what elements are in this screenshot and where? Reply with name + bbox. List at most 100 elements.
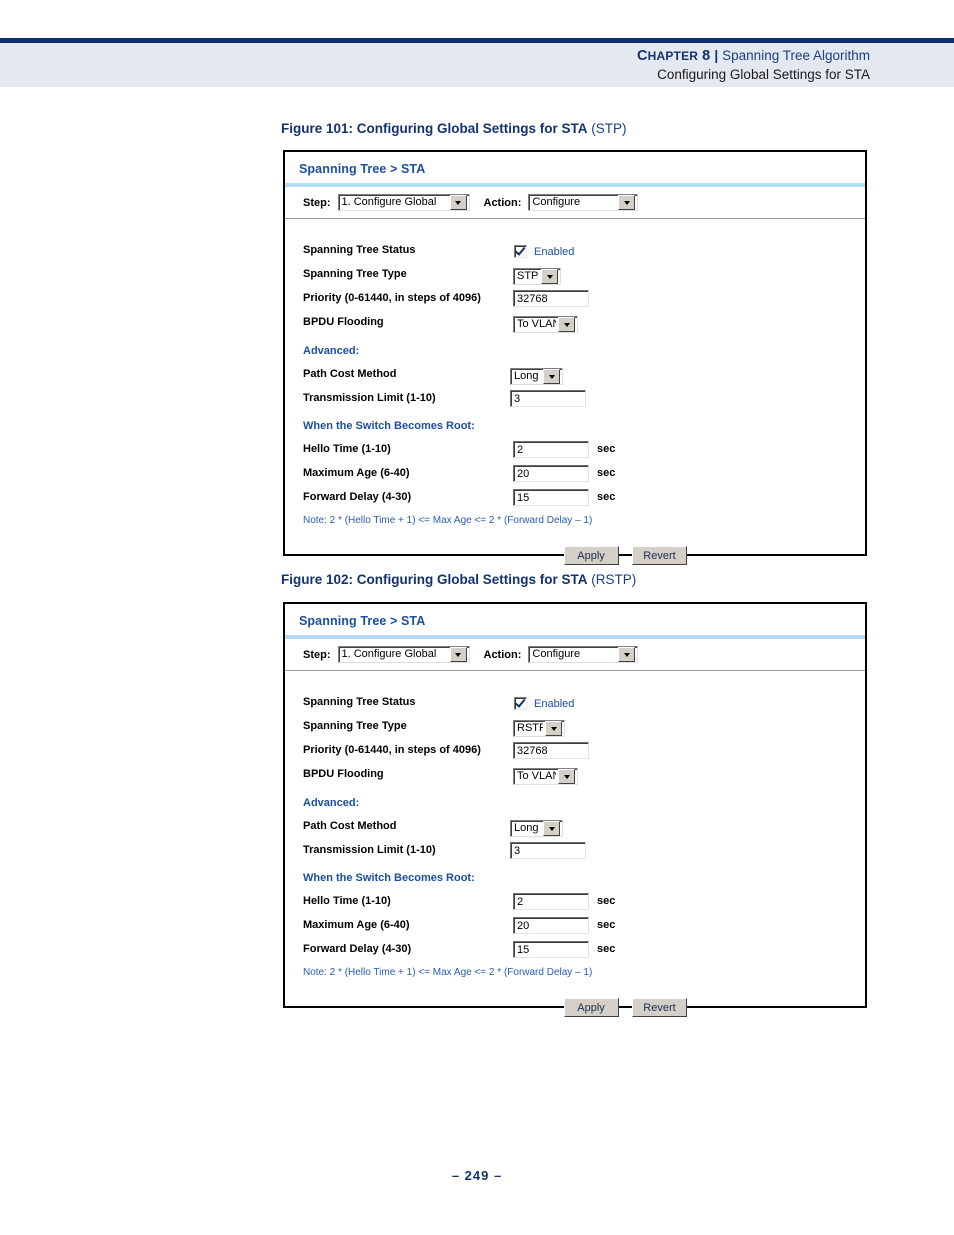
field-row-bpdu-flooding: BPDU Flooding To VLAN [285, 766, 865, 785]
forward-delay-input[interactable]: 15 [513, 941, 589, 958]
maximum-age-label: Maximum Age (6-40) [303, 919, 410, 931]
forward-delay-control: 15 [513, 941, 589, 963]
header-chapter-title: Spanning Tree Algorithm [722, 48, 870, 63]
step-select[interactable]: 1. Configure Global [337, 194, 470, 211]
figure-102-caption: Figure 102: Configuring Global Settings … [281, 572, 636, 587]
panel-title: Spanning Tree > STA [299, 162, 426, 176]
field-row-path-cost-method: Path Cost Method Long [285, 818, 865, 837]
action-select-value: Configure [532, 196, 581, 208]
hello-time-input[interactable]: 2 [513, 441, 589, 458]
forward-delay-label: Forward Delay (4-30) [303, 491, 412, 503]
priority-control: 32768 [513, 290, 589, 312]
bpdu-flooding-control: To VLAN [513, 314, 578, 333]
spanning-tree-type-value: STP [517, 270, 539, 282]
hello-time-input[interactable]: 2 [513, 893, 589, 910]
timing-constraint-note: Note: 2 * (Hello Time + 1) <= Max Age <=… [303, 967, 593, 978]
hello-time-unit: sec [597, 443, 616, 455]
spanning-tree-type-control: RSTP [513, 718, 565, 737]
field-row-forward-delay: Forward Delay (4-30) 15 sec [285, 941, 865, 959]
header-separator: | [714, 48, 719, 63]
spanning-tree-status-checkbox-label: Enabled [534, 245, 575, 258]
maximum-age-input[interactable]: 20 [513, 917, 589, 934]
maximum-age-unit: sec [597, 467, 616, 479]
field-row-spanning-tree-type: Spanning Tree Type RSTP [285, 718, 865, 737]
field-row-transmission-limit: Transmission Limit (1-10) 3 [285, 842, 865, 860]
spanning-tree-type-select[interactable]: STP [513, 268, 561, 285]
switch-becomes-root-heading: When the Switch Becomes Root: [303, 872, 475, 884]
spanning-tree-status-control: Enabled [514, 243, 574, 261]
spanning-tree-status-label: Spanning Tree Status [303, 696, 416, 708]
chevron-down-icon[interactable] [543, 369, 560, 384]
action-label: Action: [483, 196, 522, 209]
hello-time-control: 2 [513, 441, 589, 463]
figure-102-caption-variant: (RSTP) [587, 572, 637, 587]
spanning-tree-status-checkbox-label: Enabled [534, 697, 575, 710]
panel-title: Spanning Tree > STA [299, 614, 426, 628]
transmission-limit-input[interactable]: 3 [510, 842, 586, 859]
action-label: Action: [483, 648, 522, 661]
chevron-down-icon[interactable] [558, 317, 575, 332]
priority-control: 32768 [513, 742, 589, 764]
field-row-spanning-tree-status: Spanning Tree Status Enabled [285, 242, 865, 260]
bpdu-flooding-select[interactable]: To VLAN [513, 316, 578, 333]
field-row-hello-time: Hello Time (1-10) 2 sec [285, 441, 865, 459]
panel-toolbar: Step: 1. Configure Global Action: Config… [285, 187, 865, 219]
bpdu-flooding-select[interactable]: To VLAN [513, 768, 578, 785]
field-row-bpdu-flooding: BPDU Flooding To VLAN [285, 314, 865, 333]
panel-button-row: Apply Revert [555, 998, 687, 1017]
panel-form: Spanning Tree Status Enabled Spanning Tr… [285, 671, 865, 1017]
chevron-down-icon[interactable] [618, 647, 636, 662]
bpdu-flooding-value: To VLAN [517, 318, 556, 330]
action-select[interactable]: Configure [528, 194, 639, 211]
bpdu-flooding-value: To VLAN [517, 770, 556, 782]
hello-time-label: Hello Time (1-10) [303, 443, 391, 455]
chevron-down-icon[interactable] [449, 195, 467, 210]
spanning-tree-status-checkbox[interactable] [514, 696, 527, 711]
spanning-tree-type-label: Spanning Tree Type [303, 720, 407, 732]
path-cost-method-select[interactable]: Long [510, 820, 563, 837]
spanning-tree-type-select[interactable]: RSTP [513, 720, 565, 737]
action-select[interactable]: Configure [528, 646, 639, 663]
spanning-tree-status-checkbox[interactable] [514, 244, 527, 259]
forward-delay-input[interactable]: 15 [513, 489, 589, 506]
transmission-limit-label: Transmission Limit (1-10) [303, 392, 436, 404]
maximum-age-control: 20 [513, 465, 589, 487]
action-select-value: Configure [532, 648, 581, 660]
page-footer: – 249 – [0, 1168, 954, 1183]
field-row-hello-time: Hello Time (1-10) 2 sec [285, 893, 865, 911]
forward-delay-unit: sec [597, 943, 616, 955]
priority-label: Priority (0-61440, in steps of 4096) [303, 292, 481, 304]
header-band: CHAPTER 8 | Spanning Tree Algorithm Config… [0, 43, 954, 87]
revert-button[interactable]: Revert [632, 546, 687, 565]
priority-label: Priority (0-61440, in steps of 4096) [303, 744, 481, 756]
chevron-down-icon[interactable] [541, 269, 558, 284]
path-cost-method-label: Path Cost Method [303, 820, 397, 832]
path-cost-method-value: Long [514, 370, 539, 382]
chapter-label-cap: C [636, 48, 648, 64]
chevron-down-icon[interactable] [545, 721, 562, 736]
chevron-down-icon[interactable] [449, 647, 467, 662]
panel-toolbar: Step: 1. Configure Global Action: Config… [285, 639, 865, 671]
hello-time-control: 2 [513, 893, 589, 915]
chevron-down-icon[interactable] [558, 769, 575, 784]
step-label: Step: [303, 648, 331, 661]
panel-button-row: Apply Revert [555, 546, 687, 565]
switch-becomes-root-heading: When the Switch Becomes Root: [303, 420, 475, 432]
transmission-limit-input[interactable]: 3 [510, 390, 586, 407]
step-select[interactable]: 1. Configure Global [337, 646, 470, 663]
step-select-value: 1. Configure Global [341, 648, 437, 660]
priority-input[interactable]: 32768 [513, 290, 589, 307]
chevron-down-icon[interactable] [618, 195, 636, 210]
advanced-section-heading: Advanced: [303, 345, 360, 357]
apply-button[interactable]: Apply [563, 546, 619, 565]
revert-button[interactable]: Revert [632, 998, 687, 1017]
figure-102-panel: Spanning Tree > STA Step: 1. Configure G… [283, 602, 867, 1017]
path-cost-method-select[interactable]: Long [510, 368, 563, 385]
chevron-down-icon[interactable] [543, 821, 560, 836]
priority-input[interactable]: 32768 [513, 742, 589, 759]
apply-button[interactable]: Apply [563, 998, 619, 1017]
forward-delay-label: Forward Delay (4-30) [303, 943, 412, 955]
maximum-age-input[interactable]: 20 [513, 465, 589, 482]
figure-101-caption-variant: (STP) [587, 121, 627, 136]
bpdu-flooding-control: To VLAN [513, 766, 578, 785]
